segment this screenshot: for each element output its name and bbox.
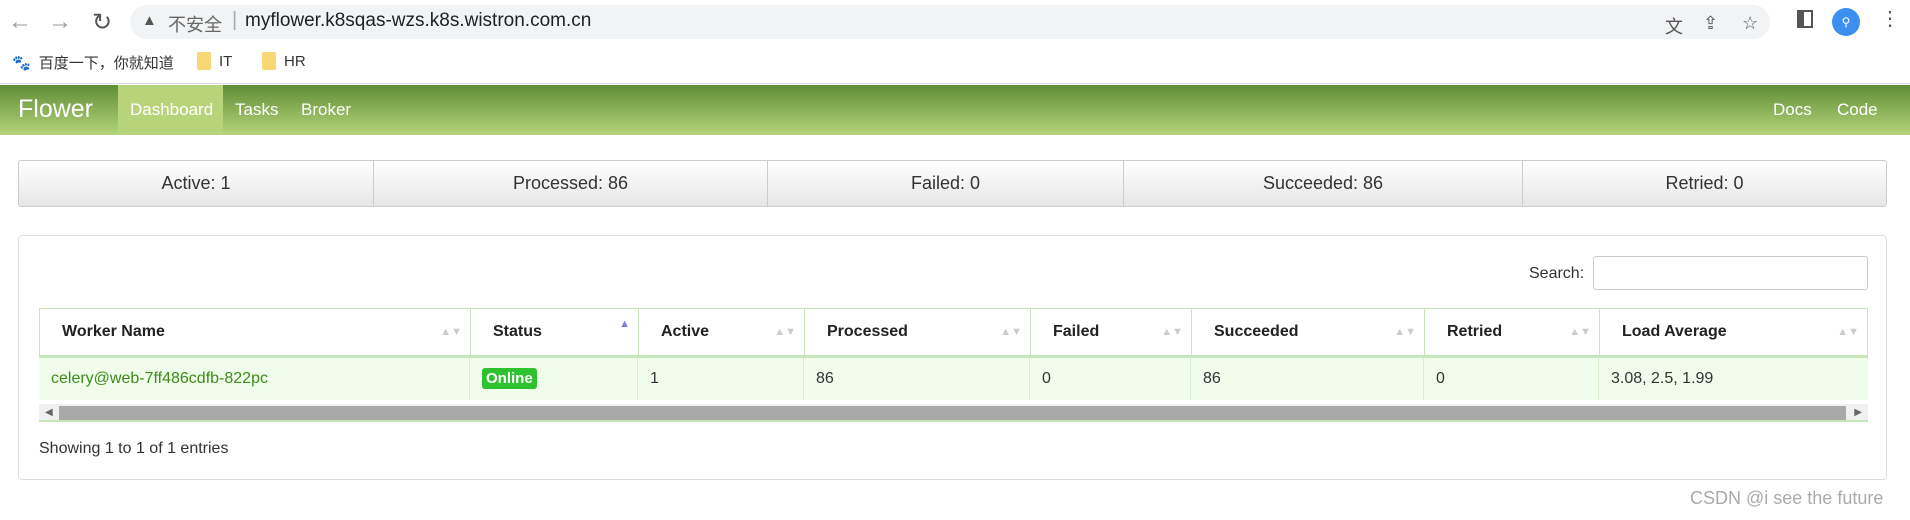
brand[interactable]: Flower <box>18 95 93 124</box>
nav-dashboard[interactable]: Dashboard <box>118 85 223 135</box>
header-label: Status <box>493 323 542 340</box>
cell-load-average: 3.08, 2.5, 1.99 <box>1611 370 1714 387</box>
back-button[interactable]: ← <box>5 8 35 36</box>
nav-broker[interactable]: Broker <box>289 85 363 135</box>
nav-docs[interactable]: Docs <box>1761 85 1824 135</box>
sort-icon: ▲▼ <box>1837 326 1859 338</box>
horizontal-scrollbar[interactable]: ◀ ▶ <box>39 404 1868 422</box>
watermark: CSDN @i see the future <box>1690 488 1884 508</box>
header-label: Retried <box>1447 323 1503 340</box>
sort-icon: ▲▼ <box>774 326 796 338</box>
col-failed[interactable]: Failed ▲▼ <box>1031 309 1192 355</box>
avatar[interactable]: ⚲ <box>1832 8 1860 36</box>
url-text: myflower.k8sqas-wzs.k8s.wistron.com.cn <box>245 10 592 31</box>
navbar: Flower Dashboard Tasks Broker Docs Code <box>0 85 1910 135</box>
scroll-right-icon[interactable]: ▶ <box>1854 404 1862 422</box>
menu-icon[interactable]: ⋮ <box>1880 6 1900 31</box>
header-label: Processed <box>827 323 908 340</box>
header-label: Succeeded <box>1214 323 1299 340</box>
scrollbar-thumb[interactable] <box>59 406 1846 420</box>
bookmark-baidu[interactable]: 🐾 百度一下，你就知道 <box>12 52 174 73</box>
divider: | <box>232 9 238 31</box>
worker-link[interactable]: celery@web-7ff486cdfb-822pc <box>51 370 268 387</box>
stat-processed[interactable]: Processed: 86 <box>374 161 768 206</box>
bookmark-label: HR <box>284 52 306 70</box>
table-header: Worker Name ▲▼ Status ▲ Active ▲▼ Processed… <box>39 308 1868 358</box>
workers-table: Worker Name ▲▼ Status ▲ Active ▲▼ Processed… <box>39 308 1868 400</box>
sort-icon: ▲▼ <box>440 326 462 338</box>
side-panel-icon[interactable] <box>1797 10 1813 28</box>
nav-code[interactable]: Code <box>1825 85 1890 135</box>
baidu-icon: 🐾 <box>12 54 31 72</box>
star-icon[interactable]: ☆ <box>1742 13 1758 34</box>
bookmark-label: 百度一下，你就知道 <box>38 55 174 72</box>
translate-icon[interactable]: 文 <box>1665 13 1683 39</box>
bookmark-hr[interactable]: HR <box>262 52 306 70</box>
col-retried[interactable]: Retried ▲▼ <box>1425 309 1600 355</box>
sort-icon: ▲▼ <box>1161 326 1183 338</box>
cell-failed: 0 <box>1030 358 1191 400</box>
nav-tasks[interactable]: Tasks <box>223 85 290 135</box>
forward-button[interactable]: → <box>45 8 75 36</box>
folder-icon <box>197 52 211 70</box>
folder-icon <box>262 52 276 70</box>
cell-active: 1 <box>638 358 804 400</box>
col-worker-name[interactable]: Worker Name ▲▼ <box>40 309 471 355</box>
stat-active[interactable]: Active: 1 <box>19 161 374 206</box>
reload-button[interactable]: ↻ <box>87 8 117 37</box>
table-info: Showing 1 to 1 of 1 entries <box>39 440 229 457</box>
col-processed[interactable]: Processed ▲▼ <box>805 309 1031 355</box>
header-label: Load Average <box>1622 323 1727 340</box>
table-row: celery@web-7ff486cdfb-822pc Online 1 86 … <box>39 358 1868 400</box>
header-label: Failed <box>1053 323 1100 340</box>
bookmark-label: IT <box>219 52 233 70</box>
status-badge: Online <box>482 368 537 389</box>
stat-succeeded[interactable]: Succeeded: 86 <box>1124 161 1523 206</box>
address-bar[interactable]: ▲ 不安全 | myflower.k8sqas-wzs.k8s.wistron.… <box>130 5 1770 39</box>
search-label: Search: <box>1529 265 1585 282</box>
col-succeeded[interactable]: Succeeded ▲▼ <box>1192 309 1425 355</box>
stats-bar: Active: 1 Processed: 86 Failed: 0 Succee… <box>18 160 1887 207</box>
col-status[interactable]: Status ▲ <box>471 309 639 355</box>
insecure-label: 不安全 <box>168 15 222 35</box>
bookmark-it[interactable]: IT <box>197 52 232 70</box>
scroll-left-icon[interactable]: ◀ <box>45 404 53 422</box>
share-icon[interactable]: ⇪ <box>1703 13 1718 34</box>
stat-failed[interactable]: Failed: 0 <box>768 161 1124 206</box>
browser-toolbar: ← → ↻ ▲ 不安全 | myflower.k8sqas-wzs.k8s.wi… <box>0 0 1910 84</box>
warning-icon: ▲ <box>142 12 157 29</box>
header-label: Active <box>661 323 710 340</box>
sort-icon: ▲▼ <box>1000 326 1022 338</box>
sort-icon: ▲▼ <box>1569 326 1591 338</box>
cell-retried: 0 <box>1424 358 1599 400</box>
stat-retried[interactable]: Retried: 0 <box>1523 161 1886 206</box>
cell-succeeded: 86 <box>1191 358 1424 400</box>
cell-processed: 86 <box>804 358 1030 400</box>
sort-icon: ▲▼ <box>1394 326 1416 338</box>
sort-asc-icon: ▲ <box>619 318 630 330</box>
header-label: Worker Name <box>62 323 165 340</box>
col-load-average[interactable]: Load Average ▲▼ <box>1600 309 1867 355</box>
search-input[interactable] <box>1593 256 1868 290</box>
col-active[interactable]: Active ▲▼ <box>639 309 805 355</box>
